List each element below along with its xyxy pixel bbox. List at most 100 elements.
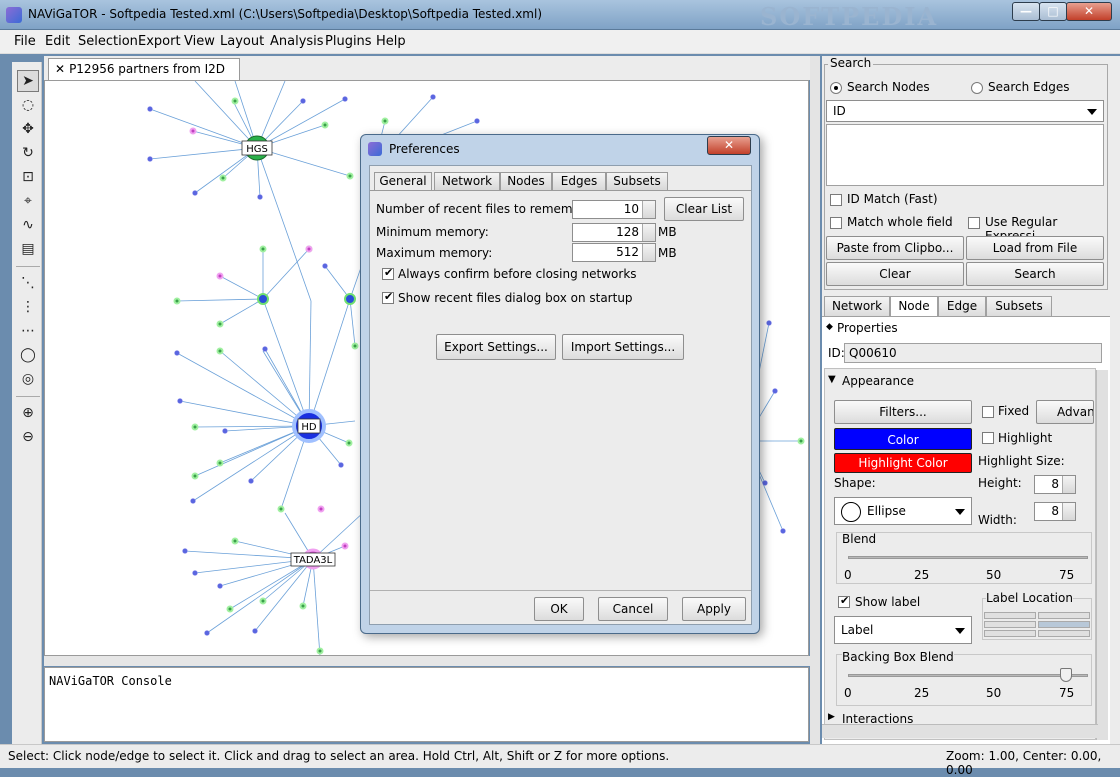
blend-tick: 0 <box>844 568 852 582</box>
match-whole-label: Match whole field <box>847 215 953 229</box>
menu-analysis[interactable]: Analysis <box>270 34 324 49</box>
console-splitter[interactable] <box>44 656 810 666</box>
search-edges-radio[interactable] <box>971 82 983 94</box>
label-location-cell-selected[interactable] <box>1038 621 1090 628</box>
zoom-in-icon[interactable]: ⊕ <box>17 402 39 424</box>
shape-select[interactable]: Ellipse <box>834 497 972 525</box>
menu-export[interactable]: Export <box>138 34 181 49</box>
tab-general[interactable]: General <box>374 172 432 191</box>
label-location-cell[interactable] <box>1038 612 1090 619</box>
filters-button[interactable]: Filters... <box>834 400 972 424</box>
show-label-checkbox[interactable]: ✔ <box>838 594 850 608</box>
vertical-layout-icon[interactable]: ⋮ <box>17 296 39 318</box>
load-file-button[interactable]: Load from File <box>966 236 1104 260</box>
clear-list-button[interactable]: Clear List <box>664 197 744 221</box>
lasso-tool-icon[interactable]: ◌ <box>17 94 39 116</box>
appearance-title: Appearance <box>842 374 915 388</box>
scale-tool-icon[interactable]: ⊡ <box>17 166 39 188</box>
diagonal-layout-icon[interactable]: ⋱ <box>17 272 39 294</box>
horizontal-layout-icon[interactable]: ⋯ <box>17 320 39 342</box>
title-bar: NAViGaTOR - Softpedia Tested.xml (C:\Use… <box>0 0 1120 31</box>
search-title: Search <box>828 56 874 70</box>
rotate-tool-icon[interactable]: ↻ <box>17 142 39 164</box>
maximize-button[interactable]: □ <box>1039 2 1067 21</box>
status-bar: Select: Click node/edge to select it. Cl… <box>0 744 1120 777</box>
advanced-button[interactable]: Advan <box>1036 400 1094 424</box>
node-id-field[interactable]: Q00610 <box>844 343 1102 363</box>
zoom-select-tool-icon[interactable]: ⌖ <box>17 190 39 212</box>
color-button[interactable]: Color <box>834 428 972 450</box>
menu-plugins[interactable]: Plugins <box>325 34 372 49</box>
min-memory-spinner[interactable]: 128 <box>572 223 656 242</box>
minimize-button[interactable]: — <box>1012 2 1040 21</box>
tab-network[interactable]: Network <box>434 172 500 190</box>
id-match-checkbox[interactable] <box>830 194 842 206</box>
tab-subsets[interactable]: Subsets <box>606 172 668 190</box>
highlight-color-button[interactable]: Highlight Color <box>834 453 972 473</box>
menu-view[interactable]: View <box>184 34 215 49</box>
circle-layout-icon[interactable]: ◯ <box>17 344 39 366</box>
tab-nodes[interactable]: Nodes <box>500 172 552 190</box>
backing-tick: 25 <box>914 686 930 700</box>
concentric-layout-icon[interactable]: ◎ <box>17 368 39 390</box>
interactions-row[interactable]: ▶ Interactions <box>822 712 1110 724</box>
menu-selection[interactable]: Selection <box>78 34 138 49</box>
search-field-select[interactable]: ID <box>826 100 1104 122</box>
apply-button[interactable]: Apply <box>682 597 746 621</box>
shape-value: Ellipse <box>867 504 906 518</box>
cancel-button[interactable]: Cancel <box>598 597 668 621</box>
dialog-close-button[interactable]: ✕ <box>707 136 751 155</box>
collapse-arrow-icon[interactable]: ◆ <box>826 322 833 332</box>
tab-edges[interactable]: Edges <box>552 172 606 190</box>
fixed-checkbox[interactable] <box>982 406 994 418</box>
show-recent-checkbox[interactable]: ✔ <box>382 290 394 304</box>
max-memory-spinner[interactable]: 512 <box>572 243 656 262</box>
close-button[interactable]: ✕ <box>1066 2 1112 21</box>
label-location-cell[interactable] <box>984 621 1036 628</box>
expand-arrow-icon[interactable]: ▼ <box>828 374 836 385</box>
export-settings-button[interactable]: Export Settings... <box>436 334 556 360</box>
width-spinner[interactable]: 8 <box>1034 502 1076 521</box>
blend-slider[interactable] <box>848 556 1088 559</box>
label-location-cell[interactable] <box>1038 630 1090 637</box>
menu-file[interactable]: File <box>14 34 36 49</box>
path-tool-icon[interactable]: ∿ <box>17 214 39 236</box>
label-location-cell[interactable] <box>984 612 1036 619</box>
zoom-out-icon[interactable]: ⊖ <box>17 426 39 448</box>
tab-subsets[interactable]: Subsets <box>986 296 1052 316</box>
backing-box-blend-slider[interactable] <box>848 674 1088 677</box>
highlight-checkbox[interactable] <box>982 432 994 444</box>
match-whole-checkbox[interactable] <box>830 217 842 229</box>
paste-clipboard-button[interactable]: Paste from Clipbo... <box>826 236 964 260</box>
tab-node[interactable]: Node <box>890 296 938 316</box>
search-nodes-radio[interactable] <box>830 82 842 94</box>
tab-label: P12956 partners from I2D <box>69 62 226 76</box>
menu-layout[interactable]: Layout <box>220 34 264 49</box>
appearance-scrollbar[interactable] <box>1096 370 1108 740</box>
search-button[interactable]: Search <box>966 262 1104 286</box>
menu-edit[interactable]: Edit <box>45 34 70 49</box>
search-query-textarea[interactable] <box>826 124 1104 186</box>
recent-files-spinner[interactable]: 10 <box>572 200 656 219</box>
ok-button[interactable]: OK <box>534 597 584 621</box>
canvas-splitter-vertical[interactable] <box>810 56 820 746</box>
move-tool-icon[interactable]: ✥ <box>17 118 39 140</box>
menu-help[interactable]: Help <box>376 34 406 49</box>
slider-thumb[interactable] <box>1060 668 1072 682</box>
tab-edge[interactable]: Edge <box>938 296 986 316</box>
tab-close-icon[interactable]: ✕ <box>55 62 65 76</box>
graph-document-tab[interactable]: ✕ P12956 partners from I2D <box>48 58 240 80</box>
clear-button[interactable]: Clear <box>826 262 964 286</box>
tab-network[interactable]: Network <box>824 296 890 316</box>
pointer-tool-icon[interactable]: ➤ <box>17 70 39 92</box>
label-select[interactable]: Label <box>834 616 972 644</box>
console-output[interactable]: NAViGaTOR Console <box>44 667 809 742</box>
import-settings-button[interactable]: Import Settings... <box>562 334 684 360</box>
label-location-cell[interactable] <box>984 630 1036 637</box>
align-tool-icon[interactable]: ▤ <box>17 238 39 260</box>
appearance-hscrollbar[interactable] <box>822 724 1098 738</box>
use-regex-checkbox[interactable] <box>968 217 980 229</box>
blend-tick: 25 <box>914 568 930 582</box>
always-confirm-checkbox[interactable]: ✔ <box>382 266 394 280</box>
height-spinner[interactable]: 8 <box>1034 475 1076 494</box>
